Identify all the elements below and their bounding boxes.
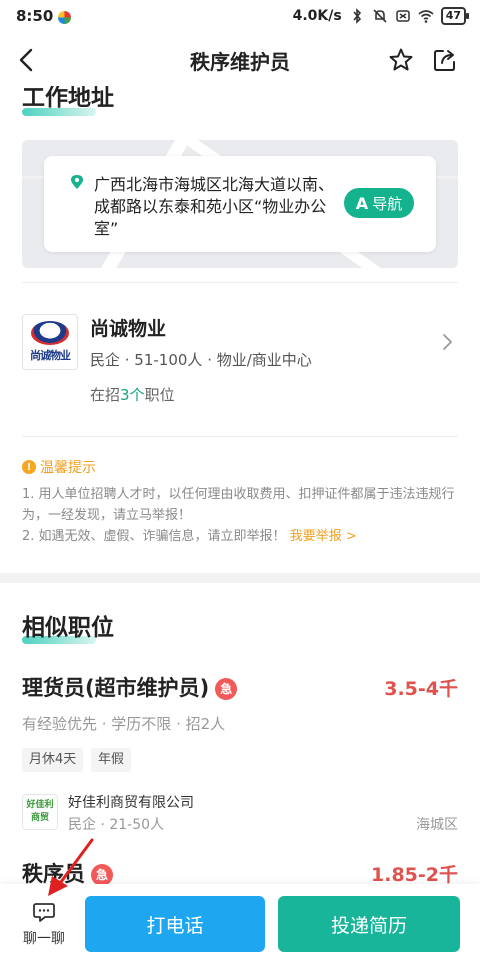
status-bar: 8:50 4.0K/s 47 — [0, 0, 480, 34]
location-pin-icon — [71, 175, 83, 189]
similar-jobs-title: 相似职位 — [22, 615, 114, 641]
tips-header: ! 温馨提示 — [22, 457, 96, 477]
chat-label: 聊一聊 — [23, 931, 65, 947]
job-company-name[interactable]: 好佳利商贸有限公司 — [68, 792, 194, 812]
bluetooth-icon — [353, 8, 361, 24]
job-title-text: 理货员(超市维护员) — [22, 676, 210, 700]
net-speed: 4.0K/s — [292, 8, 342, 24]
navigate-button[interactable]: A 导航 — [344, 188, 414, 218]
tips-line-2: 2. 如遇无效、虚假、诈骗信息，请立即举报！ 我要举报 > — [22, 526, 458, 547]
tips-title: 温馨提示 — [40, 460, 96, 476]
urgent-badge: 急 — [215, 677, 238, 700]
job-company-logo: 好佳利商贸 — [22, 794, 58, 830]
company-logo[interactable]: 尚诚物业 — [22, 314, 78, 370]
mute-icon — [373, 9, 387, 23]
bottom-action-bar: 聊一聊 打电话 投递简历 — [0, 884, 480, 960]
job-meta: 有经验优先 · 学历不限 · 招2人 — [22, 715, 226, 733]
navigate-label: 导航 — [372, 194, 403, 213]
company-logo-text: 尚诚物业 — [30, 349, 71, 362]
share-icon[interactable] — [432, 47, 458, 73]
section-separator — [0, 573, 480, 583]
report-link[interactable]: 我要举报 > — [290, 529, 357, 544]
top-nav-bar: 秩序维护员 — [0, 34, 480, 86]
address-text: 广西北海市海城区北海大道以南、成都路以东泰和苑小区“物业办公室” — [94, 175, 335, 238]
job-company-meta: 民企 · 21-50人 — [68, 817, 165, 833]
company-logo-mark — [31, 321, 69, 345]
wifi-icon — [418, 10, 434, 23]
job-tag: 月休4天 — [22, 748, 84, 772]
sim-off-icon — [395, 10, 410, 22]
status-indicators: 4.0K/s 47 — [292, 7, 470, 25]
jobs-count: 3个 — [120, 386, 145, 404]
navigation-arrow-icon: A — [355, 193, 369, 213]
jobs-prefix: 在招 — [90, 386, 121, 404]
call-button[interactable]: 打电话 — [85, 896, 265, 952]
jobs-suffix: 职位 — [144, 386, 175, 404]
urgent-badge: 急 — [91, 863, 113, 886]
company-name[interactable]: 尚诚物业 — [90, 314, 166, 341]
chat-button[interactable]: 聊一聊 — [16, 902, 72, 948]
company-meta: 民企 · 51-100人 · 物业/商业中心 — [90, 351, 312, 369]
battery-icon: 47 — [440, 7, 470, 25]
divider — [22, 436, 458, 437]
tips-line-2-text: 2. 如遇无效、虚假、诈骗信息，请立即举报！ — [22, 529, 286, 544]
app-notification-icon — [58, 11, 71, 24]
job-title-text: 秩序员 — [22, 862, 85, 886]
address-card: 广西北海市海城区北海大道以南、成都路以东泰和苑小区“物业办公室” A 导航 — [44, 156, 436, 252]
job-tag: 年假 — [91, 748, 132, 772]
job-area: 海城区 — [416, 817, 458, 833]
status-time: 8:50 — [16, 7, 54, 25]
job-salary: 3.5-4千 — [384, 678, 458, 700]
favorite-star-icon[interactable] — [388, 47, 414, 73]
tips-line-1: 1. 用人单位招聘人才时，以任何理由收取费用、扣押证件都属于违法违规行为，一经发… — [22, 487, 455, 523]
chevron-right-icon[interactable] — [440, 332, 454, 352]
submit-resume-button[interactable]: 投递简历 — [278, 896, 460, 952]
job-salary: 1.85-2千 — [371, 864, 458, 886]
job-title[interactable]: 理货员(超市维护员) 急 — [22, 672, 238, 702]
tips-body: 1. 用人单位招聘人才时，以任何理由收取费用、扣押证件都属于违法违规行为，一经发… — [22, 484, 458, 547]
divider — [22, 282, 458, 283]
warning-icon: ! — [22, 460, 36, 474]
chat-bubble-icon — [33, 903, 55, 922]
company-open-jobs: 在招3个职位 — [90, 384, 175, 405]
